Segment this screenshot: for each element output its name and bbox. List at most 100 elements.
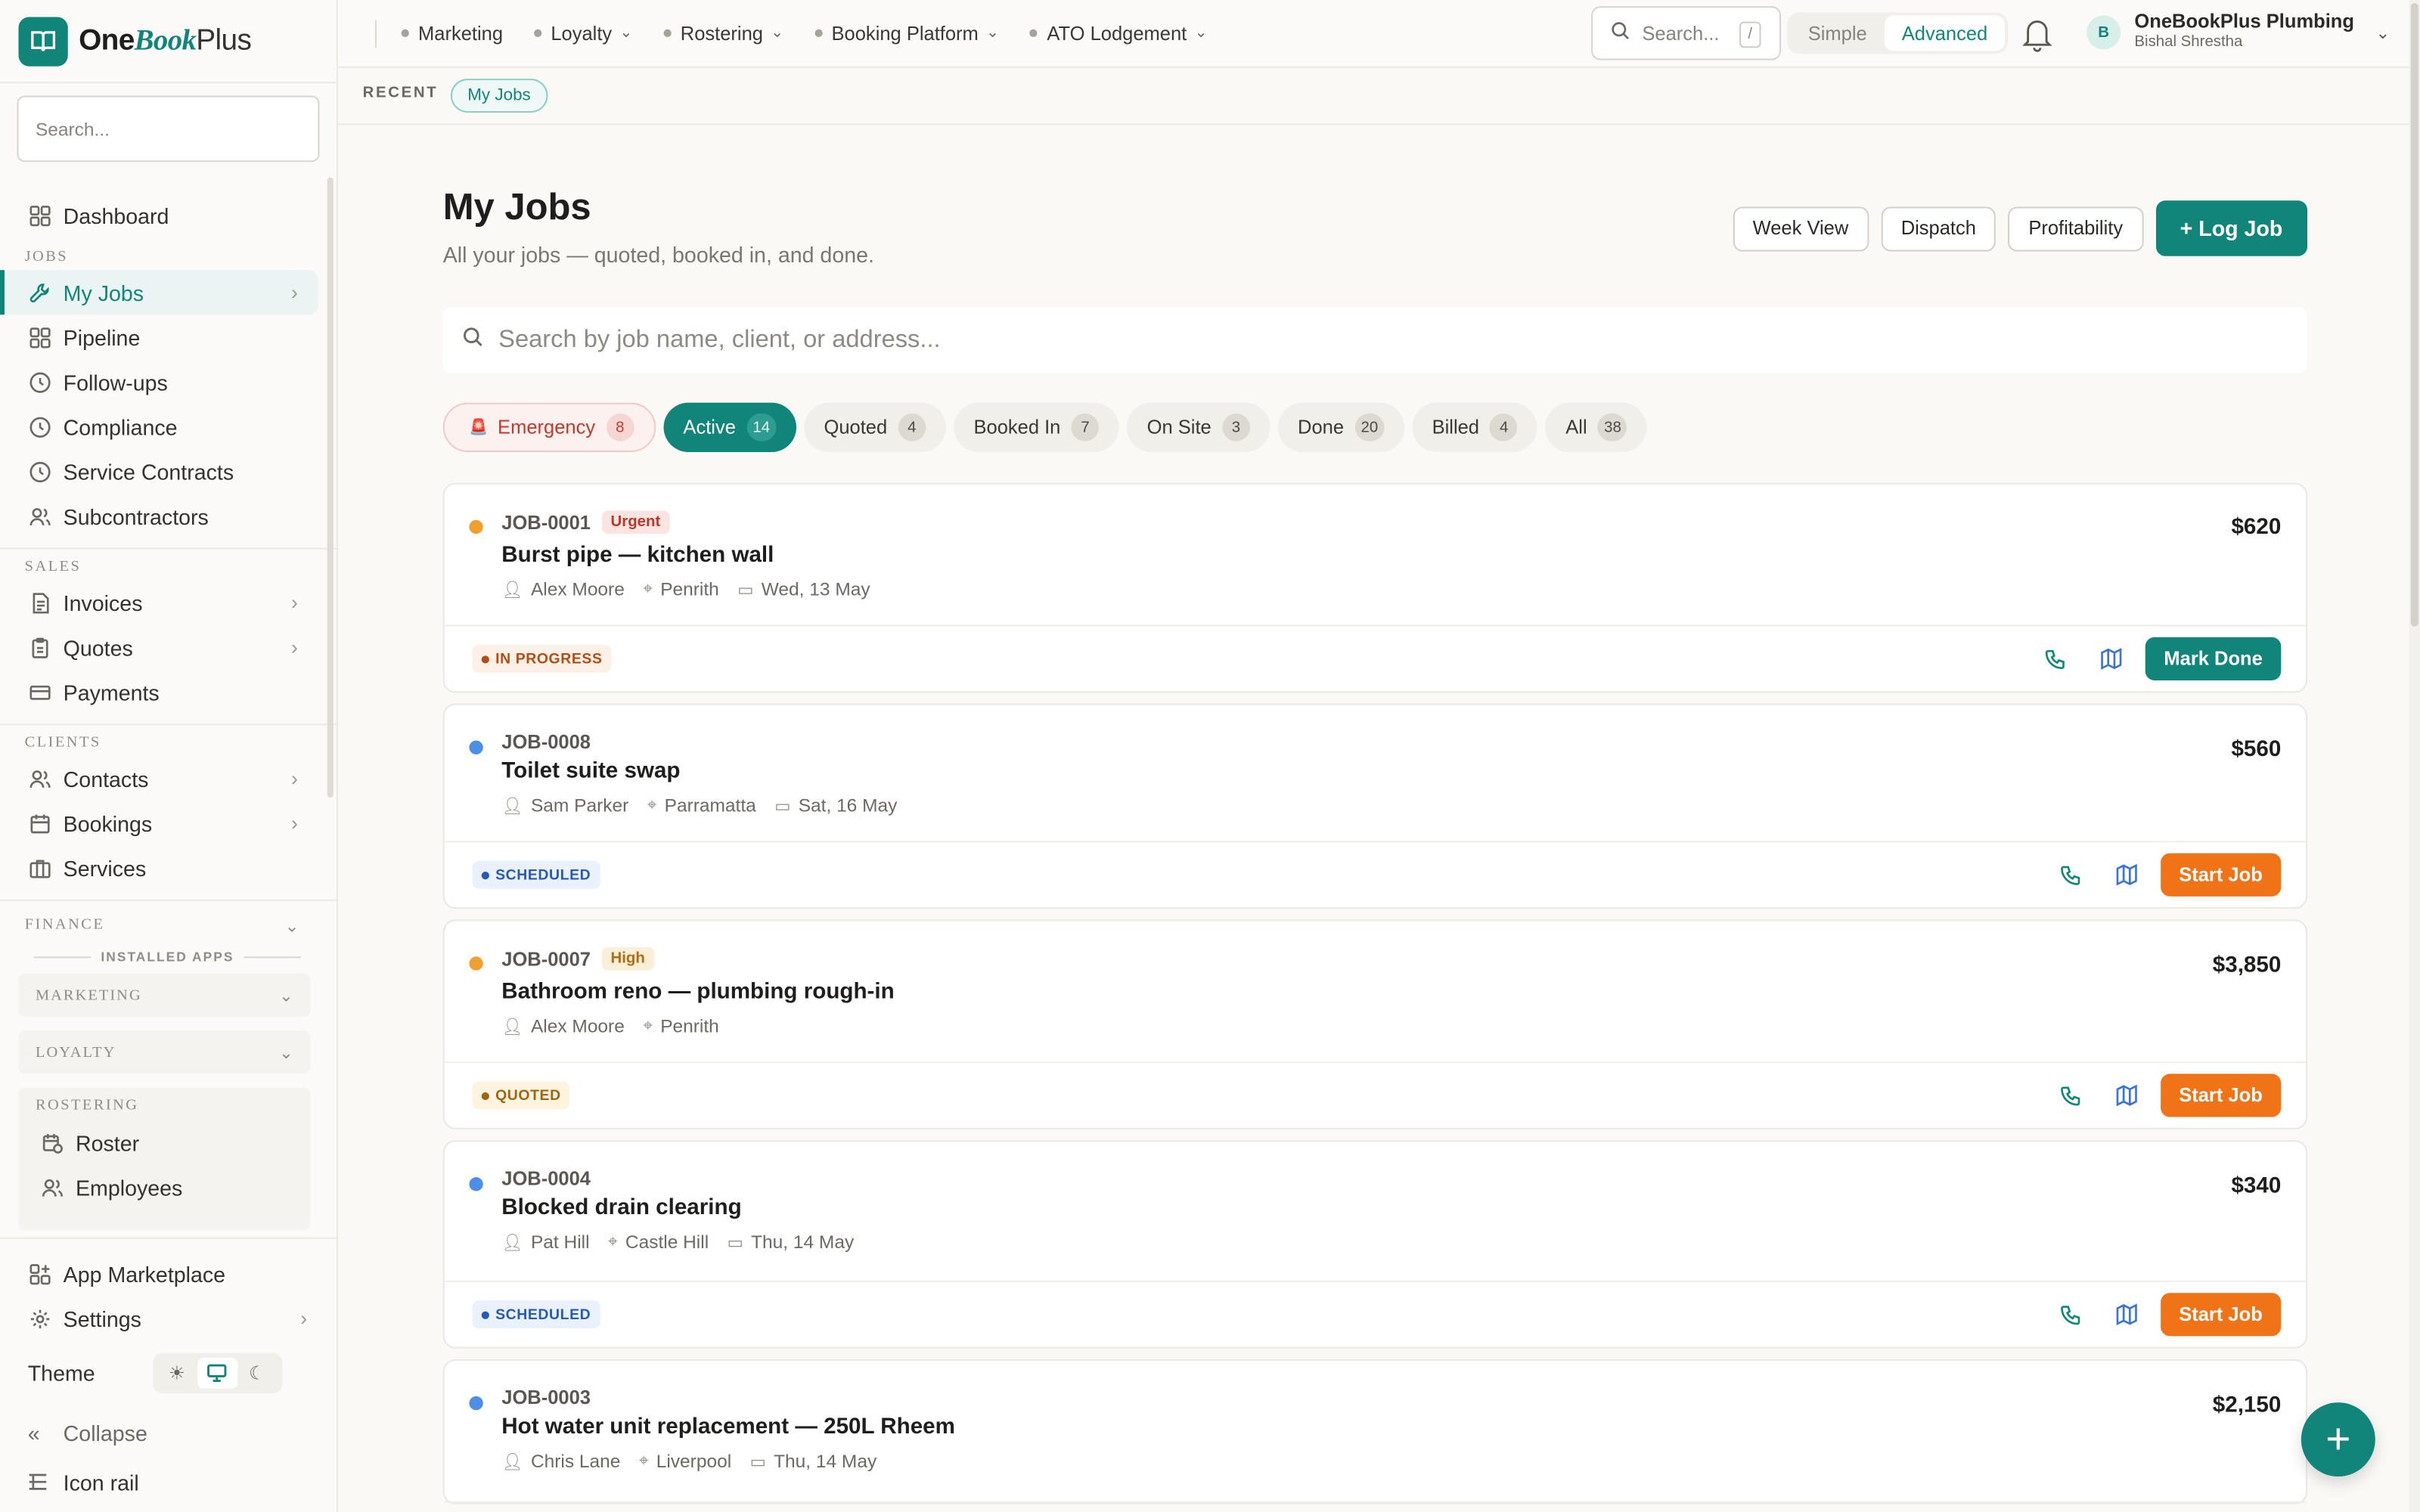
map-icon[interactable] (2105, 1293, 2148, 1336)
sidebar-item-service-contracts[interactable]: Service Contracts (0, 449, 338, 494)
page-scrollbar[interactable] (2409, 0, 2420, 1512)
filter-label: Booked In (973, 417, 1061, 438)
filter-quoted[interactable]: Quoted 4 (803, 402, 946, 452)
chevron-down-icon: ⌄ (1194, 24, 1208, 42)
collapse-button[interactable]: « Collapse (0, 1410, 338, 1456)
job-card[interactable]: JOB-0003 Hot water unit replacement — 25… (442, 1359, 2307, 1504)
topnav-marketing[interactable]: Marketing (401, 23, 503, 44)
sun-icon[interactable]: ☀ (157, 1358, 197, 1389)
job-search-input[interactable]: Search by job name, client, or address..… (442, 307, 2307, 373)
mode-simple-button[interactable]: Simple (1790, 15, 1885, 51)
phone-icon[interactable] (2049, 1074, 2093, 1117)
profitability-button[interactable]: Profitability (2008, 206, 2143, 251)
search-placeholder: Search by job name, client, or address..… (498, 326, 941, 353)
brand-book: Book (134, 23, 197, 57)
sidebar-item-label: Bookings (63, 810, 153, 836)
start-job-button[interactable]: Start Job (2160, 1293, 2282, 1337)
map-icon[interactable] (2105, 854, 2148, 897)
user-icon: 👤︎ (501, 1017, 523, 1036)
section-label-finance[interactable]: FINANCE ⌄ (0, 916, 338, 937)
topnav-rostering[interactable]: Rostering ⌄ (663, 23, 783, 44)
user-icon: 👤︎ (501, 581, 523, 600)
topnav-booking-platform[interactable]: Booking Platform ⌄ (814, 23, 999, 44)
divider (374, 19, 377, 48)
brand-logo[interactable]: OneBookPlus (0, 0, 337, 84)
filter-on-site[interactable]: On Site 3 (1127, 402, 1270, 452)
phone-icon[interactable] (2034, 637, 2077, 680)
moon-icon[interactable]: ☾ (237, 1358, 277, 1389)
start-job-button[interactable]: Start Job (2160, 853, 2282, 897)
job-card[interactable]: JOB-0007 High Bathroom reno — plumbing ro… (442, 919, 2307, 1129)
start-job-button[interactable]: Start Job (2160, 1074, 2282, 1117)
add-fab-button[interactable]: + (2301, 1402, 2375, 1477)
dashboard-icon (28, 203, 53, 228)
week-view-button[interactable]: Week View (1733, 206, 1869, 251)
sidebar-item-services[interactable]: Services (0, 845, 338, 890)
mark-done-button[interactable]: Mark Done (2145, 637, 2282, 680)
sidebar-item-quotes[interactable]: Quotes › (0, 625, 338, 670)
brand-one: One (79, 23, 135, 57)
sidebar-item-roster[interactable]: Roster (18, 1120, 310, 1165)
sidebar-search-input[interactable]: Search... (17, 95, 320, 163)
sidebar-item-contacts[interactable]: Contacts › (0, 756, 338, 801)
sidebar-item-settings[interactable]: Settings › (0, 1296, 338, 1340)
chevron-down-icon: ⌄ (619, 24, 633, 42)
sidebar-item-employees[interactable]: Employees (18, 1165, 310, 1210)
chevron-right-icon: › (291, 590, 298, 615)
calendar-clock-icon (40, 1130, 65, 1155)
sidebar-item-pipeline[interactable]: Pipeline (0, 314, 338, 359)
map-icon[interactable] (2105, 1074, 2148, 1117)
job-card[interactable]: JOB-0001 Urgent Burst pipe — kitchen wall… (442, 482, 2307, 693)
job-amount: $3,850 (2212, 953, 2282, 978)
filter-booked-in[interactable]: Booked In 7 (953, 402, 1119, 452)
sidebar-item-compliance[interactable]: Compliance (0, 404, 338, 449)
job-client-name: Sam Parker (530, 795, 629, 816)
divider (0, 899, 338, 901)
app-group-loyalty[interactable]: LOYALTY ⌄ (18, 1030, 311, 1074)
topnav-loyalty[interactable]: Loyalty ⌄ (533, 23, 633, 44)
mode-advanced-button[interactable]: Advanced (1885, 15, 2005, 51)
job-code-row: JOB-0001 Urgent (501, 510, 670, 534)
sidebar-item-app-marketplace[interactable]: App Marketplace (0, 1251, 338, 1296)
sidebar-item-dashboard[interactable]: Dashboard (0, 193, 338, 237)
icon-rail-button[interactable]: Icon rail (0, 1460, 338, 1506)
filter-count: 3 (1222, 413, 1250, 442)
status-badge: SCHEDULED (472, 860, 600, 889)
phone-icon[interactable] (2049, 1293, 2093, 1336)
log-job-button[interactable]: + Log Job (2155, 200, 2307, 256)
app-root: OneBookPlus Search... Dashboard JOBS My … (0, 0, 2420, 1512)
job-date-text: Thu, 14 May (774, 1450, 877, 1472)
sidebar-item-invoices[interactable]: Invoices › (0, 580, 338, 624)
icon-rail-label: Icon rail (63, 1470, 139, 1495)
job-client: 👤︎ Pat Hill (501, 1232, 589, 1253)
divider (0, 547, 338, 550)
scrollbar-thumb[interactable] (2410, 3, 2418, 627)
filter-active[interactable]: Active 14 (662, 402, 796, 452)
map-icon[interactable] (2090, 637, 2133, 680)
pin-icon: ⌖ (638, 1451, 649, 1470)
job-card[interactable]: JOB-0008 Toilet suite swap 👤︎ Sam Parker … (442, 703, 2307, 909)
sidebar-scrollbar[interactable] (327, 177, 334, 798)
monitor-icon[interactable] (197, 1357, 237, 1389)
filter-label: Done (1298, 417, 1345, 438)
filter-done[interactable]: Done 20 (1277, 402, 1404, 452)
dispatch-button[interactable]: Dispatch (1881, 206, 1996, 251)
app-group-marketing[interactable]: MARKETING ⌄ (18, 973, 311, 1017)
sidebar-item-payments[interactable]: Payments (0, 670, 338, 714)
sidebar-item-follow-ups[interactable]: Follow-ups (0, 360, 338, 404)
job-card[interactable]: JOB-0004 Blocked drain clearing 👤︎ Pat Hi… (442, 1140, 2307, 1349)
global-search-input[interactable]: Search... / (1591, 6, 1782, 60)
phone-icon[interactable] (2049, 854, 2093, 897)
filter-all[interactable]: All 38 (1545, 402, 1648, 452)
recent-chip-my-jobs[interactable]: My Jobs (450, 79, 548, 113)
sidebar-item-my-jobs[interactable]: My Jobs › (0, 270, 318, 315)
topnav-ato-lodgement[interactable]: ATO Lodgement ⌄ (1029, 23, 1208, 44)
filter-billed[interactable]: Billed 4 (1412, 402, 1538, 452)
user-menu[interactable]: B OneBookPlus Plumbing Bishal Shrestha ⌄ (2086, 11, 2390, 52)
sidebar-item-subcontractors[interactable]: Subcontractors (0, 494, 338, 538)
filter-emergency[interactable]: 🚨 Emergency 8 (442, 402, 656, 452)
bell-icon[interactable] (2020, 15, 2054, 60)
job-card-footer: SCHEDULED Start Job (445, 1282, 2306, 1347)
sidebar-item-bookings[interactable]: Bookings › (0, 801, 338, 845)
sidebar-item-label: Invoices (63, 590, 143, 615)
